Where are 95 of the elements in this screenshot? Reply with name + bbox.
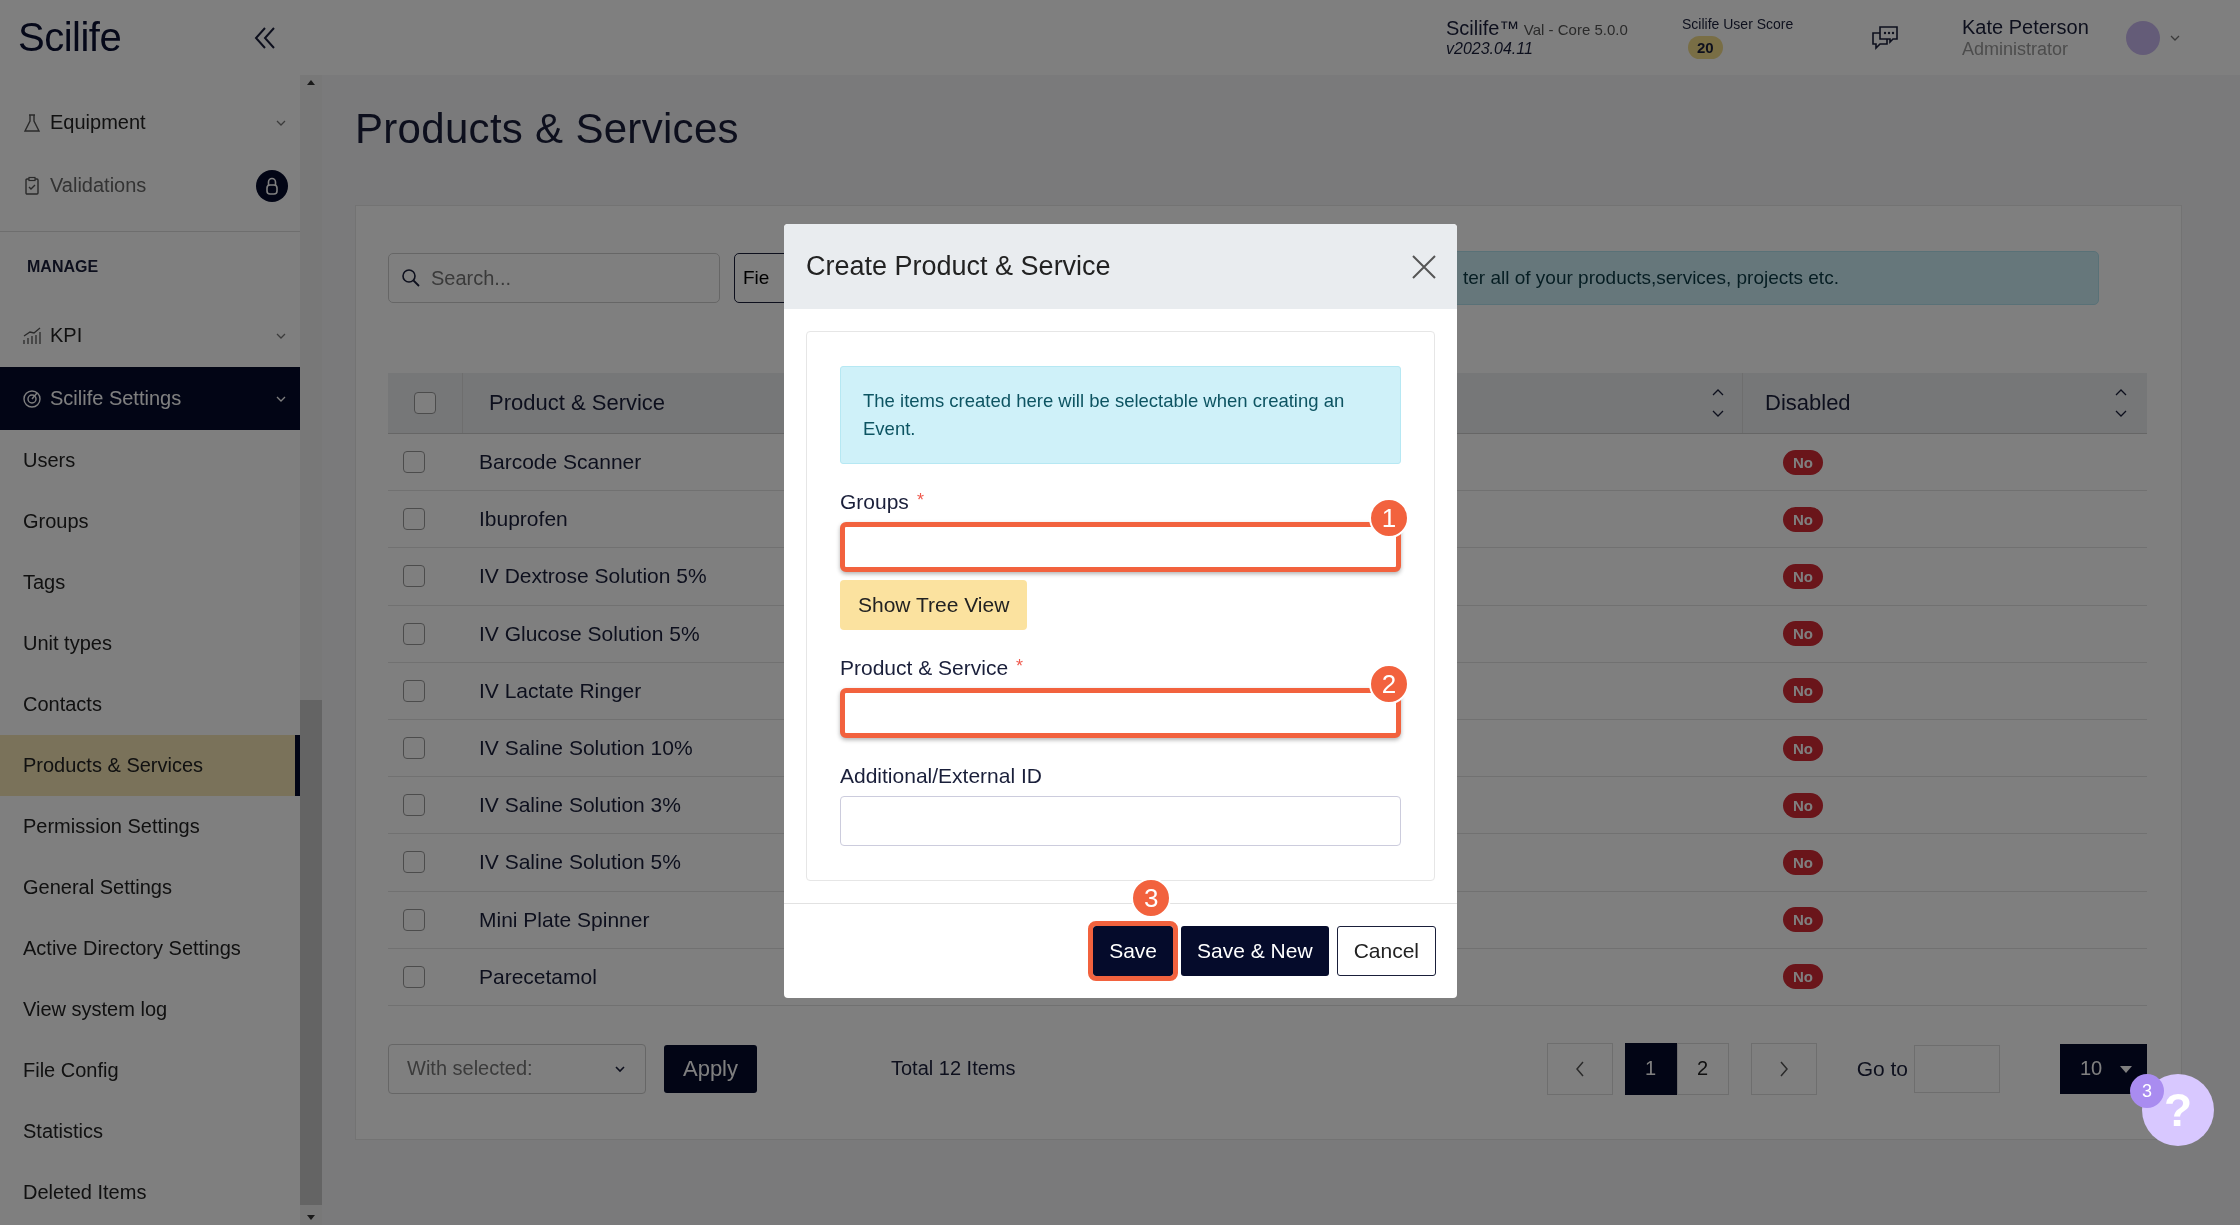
edition-label: Val - Core 5.0.0 [1523,21,1628,38]
table-cell: Ibuprofen [479,507,568,532]
table-cell: IV Lactate Ringer [479,678,642,703]
nav-item[interactable]: Unit types [0,613,300,674]
avatar[interactable] [2126,20,2160,55]
score-label: Scilife User Score [1682,16,1795,32]
table-cell: IV Dextrose Solution 5% [479,564,707,589]
input-field[interactable] [840,796,1401,846]
callout-number: 3 [1131,878,1172,918]
nav-item[interactable]: Permission Settings [0,796,300,857]
table-cell: IV Saline Solution 5% [479,850,681,875]
required-mark: * [1016,656,1024,678]
checkbox[interactable] [403,737,425,760]
total-label: Total 12 Items [891,1057,1016,1081]
chat-icon[interactable] [1870,23,1900,52]
field-label: Product & Service [840,656,1009,680]
table-cell: Parecetamol [479,964,597,989]
nav-item[interactable]: Validations [0,154,300,217]
status-badge: No [1783,964,1823,990]
chevron-right-icon [1777,1059,1790,1078]
previous-page-button[interactable] [1546,1042,1613,1095]
version-label: v2023.04.11 [1446,40,1534,58]
nav-item[interactable]: Tags [0,552,300,613]
flask-icon [22,112,42,133]
nav-item[interactable]: General Settings [0,857,300,918]
nav-item[interactable]: Scilife Settings [0,367,300,430]
target-icon [22,388,42,409]
status-badge: No [1783,907,1823,933]
status-badge: No [1783,563,1823,589]
callout-number: 2 [1369,664,1409,704]
info-alert: The items created here will be selectable when creating an Event. [840,366,1401,464]
checkbox[interactable] [403,965,425,988]
scrollbar[interactable] [300,75,322,1225]
section-heading: MANAGE [26,257,100,277]
bulk-action-select[interactable]: With selected: [388,1043,646,1094]
chart-icon [22,325,42,346]
search-field[interactable]: Search... [388,253,720,303]
table-cell: Barcode Scanner [479,450,642,475]
page-button[interactable]: 1 [1624,1042,1677,1095]
field-label: Groups [840,490,909,514]
required-mark: * [916,490,924,512]
status-badge: No [1783,678,1823,704]
show-tree-view-button[interactable]: Show Tree View [840,580,1028,630]
field-label: Additional/External ID [840,764,1042,788]
status-badge: No [1783,792,1823,818]
clipboard-icon [22,175,42,196]
page-button[interactable]: 2 [1676,1042,1729,1095]
checkbox[interactable] [403,565,425,588]
apply-button[interactable]: Apply [664,1044,757,1093]
nav-item[interactable]: Equipment [0,91,300,154]
table-cell: IV Glucose Solution 5% [479,621,700,646]
dialog-button[interactable]: Save & New [1181,926,1329,976]
nav-item[interactable]: Users [0,430,300,491]
checkbox[interactable] [403,851,425,874]
table-cell: IV Saline Solution 10% [479,736,693,761]
nav-item[interactable]: View system log [0,979,300,1040]
checkbox[interactable] [403,908,425,931]
checkbox[interactable] [403,679,425,702]
dialog-button[interactable]: Cancel [1336,926,1436,976]
nav-item[interactable]: Contacts [0,674,300,735]
sort-icon[interactable] [1710,387,1726,419]
user-name: Kate Peterson [1962,15,2090,39]
nav-item[interactable]: KPI [0,304,300,367]
callout-number: 1 [1369,498,1409,538]
status-badge: No [1783,849,1823,875]
close-icon[interactable] [1411,253,1437,280]
status-badge: No [1783,506,1823,532]
checkbox[interactable] [403,622,425,645]
column-header[interactable]: Product & Service [489,390,666,416]
nav-item[interactable]: Products & Services [0,735,300,796]
lock-icon [256,169,288,202]
page-title: Products & Services [355,105,740,153]
status-badge: No [1783,621,1823,647]
checkbox[interactable] [403,794,425,817]
product-name: Scilife™ [1446,17,1520,39]
chevron-left-icon [1573,1059,1586,1078]
go-to-label: Go to [1856,1056,1908,1081]
nav-item[interactable]: Deleted Items [0,1162,300,1223]
checkbox[interactable] [414,392,436,414]
logo: Scilife [18,15,122,60]
caret-down-icon [2119,1063,2133,1074]
status-badge: No [1783,735,1823,761]
nav-item[interactable]: Groups [0,491,300,552]
checkbox[interactable] [403,451,425,474]
table-cell: Mini Plate Spinner [479,907,650,932]
status-badge: No [1783,449,1823,475]
nav-item[interactable]: Statistics [0,1101,300,1162]
checkbox[interactable] [403,508,425,531]
nav-item[interactable]: Active Directory Settings [0,918,300,979]
sort-icon[interactable] [2113,387,2129,419]
nav-item[interactable]: File Config [0,1040,300,1101]
next-page-button[interactable] [1750,1042,1817,1095]
table-cell: IV Saline Solution 3% [479,793,681,818]
column-header[interactable]: Disabled [1765,390,1851,416]
score-badge: 20 [1688,36,1723,59]
